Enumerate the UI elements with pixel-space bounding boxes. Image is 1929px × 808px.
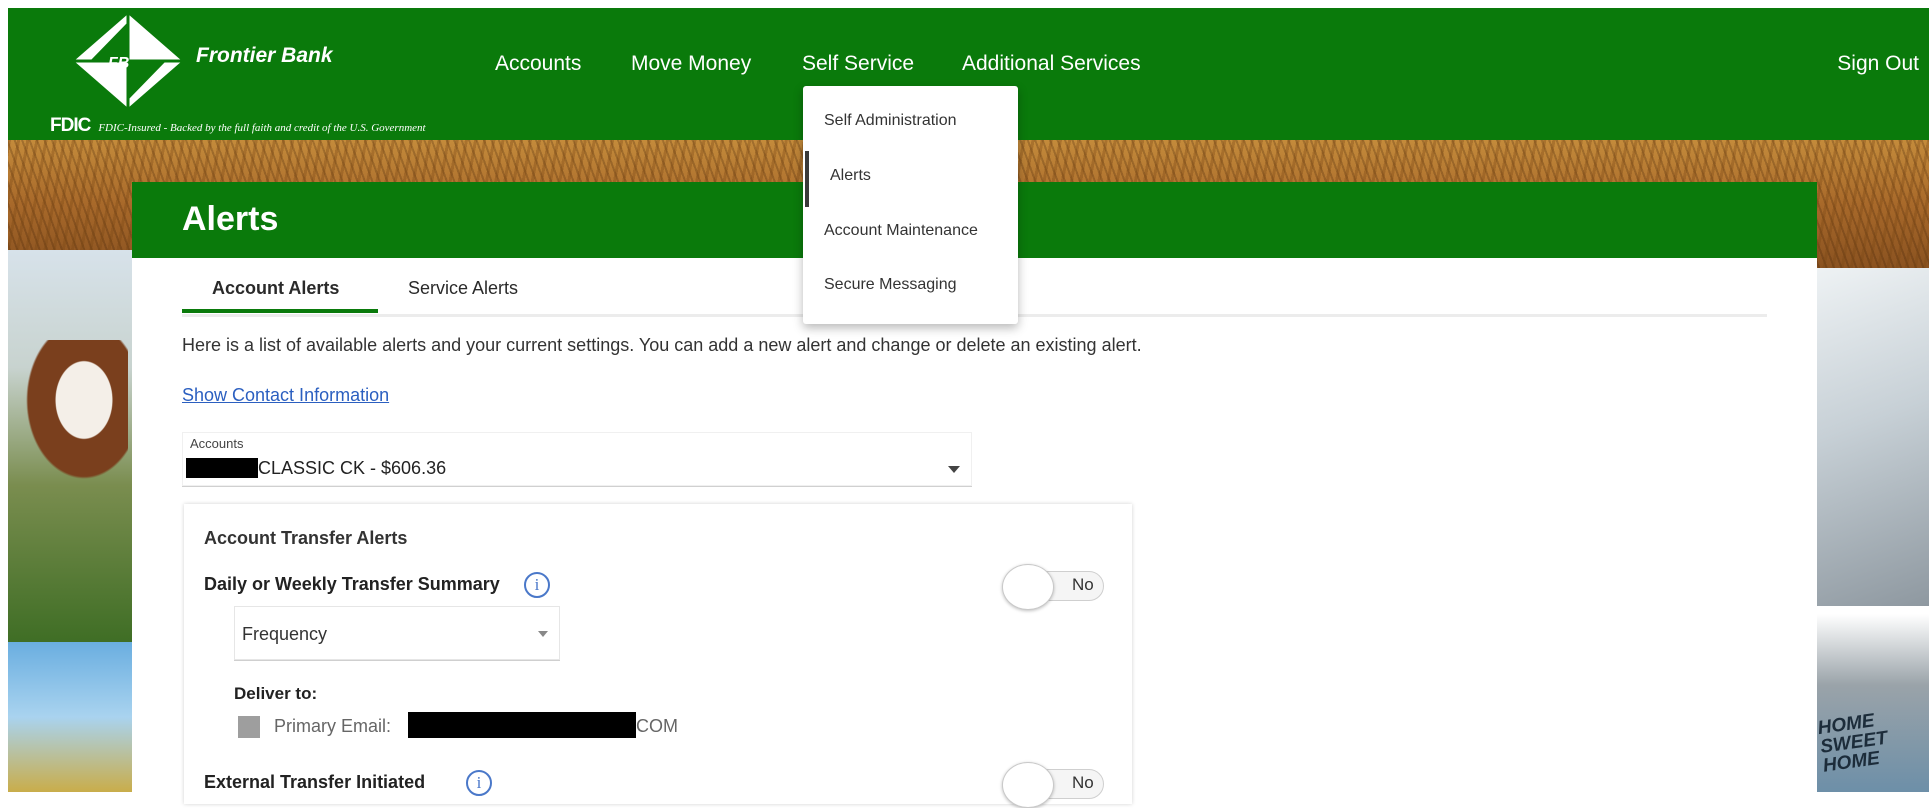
primary-email-checkbox[interactable] — [238, 716, 260, 738]
logo-initials: FB — [108, 55, 129, 72]
active-tab-indicator — [182, 309, 378, 313]
nav-accounts[interactable]: Accounts — [495, 52, 581, 76]
show-contact-info-link[interactable]: Show Contact Information — [182, 385, 389, 406]
accounts-select[interactable]: Accounts CLASSIC CK - $606.36 — [182, 432, 972, 487]
toggle-knob — [1002, 564, 1054, 610]
info-icon[interactable]: i — [524, 572, 550, 598]
nav-self-service[interactable]: Self Service — [802, 52, 914, 76]
chevron-down-icon — [948, 466, 960, 473]
sign-out-link[interactable]: Sign Out — [1837, 52, 1919, 76]
frequency-placeholder: Frequency — [242, 624, 328, 644]
cattle-photo — [8, 250, 132, 642]
menu-item-account-maintenance[interactable]: Account Maintenance — [824, 222, 978, 240]
accounts-select-value: CLASSIC CK - $606.36 — [258, 458, 447, 478]
menu-item-secure-messaging[interactable]: Secure Messaging — [824, 276, 957, 294]
car-keys-photo — [1817, 268, 1929, 606]
primary-email-label: Primary Email: — [274, 716, 392, 736]
primary-email-suffix: COM — [636, 716, 678, 736]
menu-item-alerts[interactable]: Alerts — [830, 167, 871, 185]
self-service-dropdown: Self Administration Alerts Account Maint… — [803, 86, 1018, 324]
toggle-knob — [1002, 762, 1054, 808]
transfer-summary-toggle[interactable]: No — [1002, 564, 1106, 610]
account-transfer-alerts-panel: Account Transfer Alerts Daily or Weekly … — [184, 504, 1132, 808]
menu-item-self-administration[interactable]: Self Administration — [824, 112, 957, 130]
nav-additional-services[interactable]: Additional Services — [962, 52, 1141, 76]
alert-name-transfer-summary: Daily or Weekly Transfer Summary — [204, 574, 500, 594]
frontier-bank-logo-icon[interactable]: FB — [70, 12, 186, 110]
frequency-select[interactable]: Frequency — [234, 606, 560, 661]
toggle-label: No — [1072, 575, 1094, 594]
section-title: Account Transfer Alerts — [204, 528, 408, 548]
intro-text: Here is a list of available alerts and y… — [182, 335, 1142, 355]
cow-figure — [18, 340, 128, 490]
deliver-to-label: Deliver to: — [234, 684, 318, 703]
toggle-label: No — [1072, 773, 1094, 792]
info-icon[interactable]: i — [466, 770, 492, 796]
fdic-logo: FDIC — [50, 115, 91, 136]
active-menu-indicator — [805, 151, 809, 207]
bank-name[interactable]: Frontier Bank — [196, 44, 333, 68]
alert-name-external-transfer: External Transfer Initiated — [204, 772, 426, 792]
external-transfer-toggle[interactable]: No — [1002, 762, 1106, 808]
tab-account-alerts[interactable]: Account Alerts — [212, 278, 339, 299]
fdic-disclaimer: FDIC FDIC-Insured - Backed by the full f… — [50, 115, 426, 137]
page-title: Alerts — [182, 200, 279, 238]
corn-sky-photo — [8, 642, 132, 792]
redacted-email — [408, 712, 636, 738]
tab-service-alerts[interactable]: Service Alerts — [408, 278, 518, 299]
chevron-down-icon — [538, 631, 548, 637]
accounts-select-label: Accounts — [190, 436, 244, 451]
fdic-text: FDIC-Insured - Backed by the full faith … — [98, 122, 426, 134]
nav-move-money[interactable]: Move Money — [631, 52, 751, 76]
redacted-account-number — [186, 458, 258, 478]
